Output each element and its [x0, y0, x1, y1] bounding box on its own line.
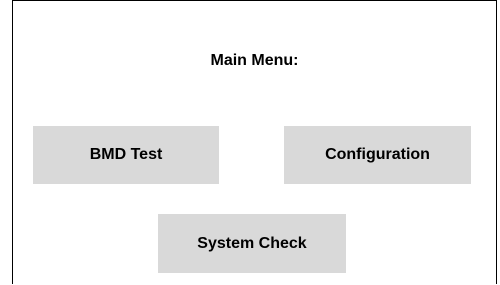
- configuration-button[interactable]: Configuration: [284, 126, 471, 184]
- main-menu-title: Main Menu:: [210, 52, 299, 69]
- system-check-button[interactable]: System Check: [158, 214, 346, 273]
- bmd-test-button[interactable]: BMD Test: [33, 126, 219, 184]
